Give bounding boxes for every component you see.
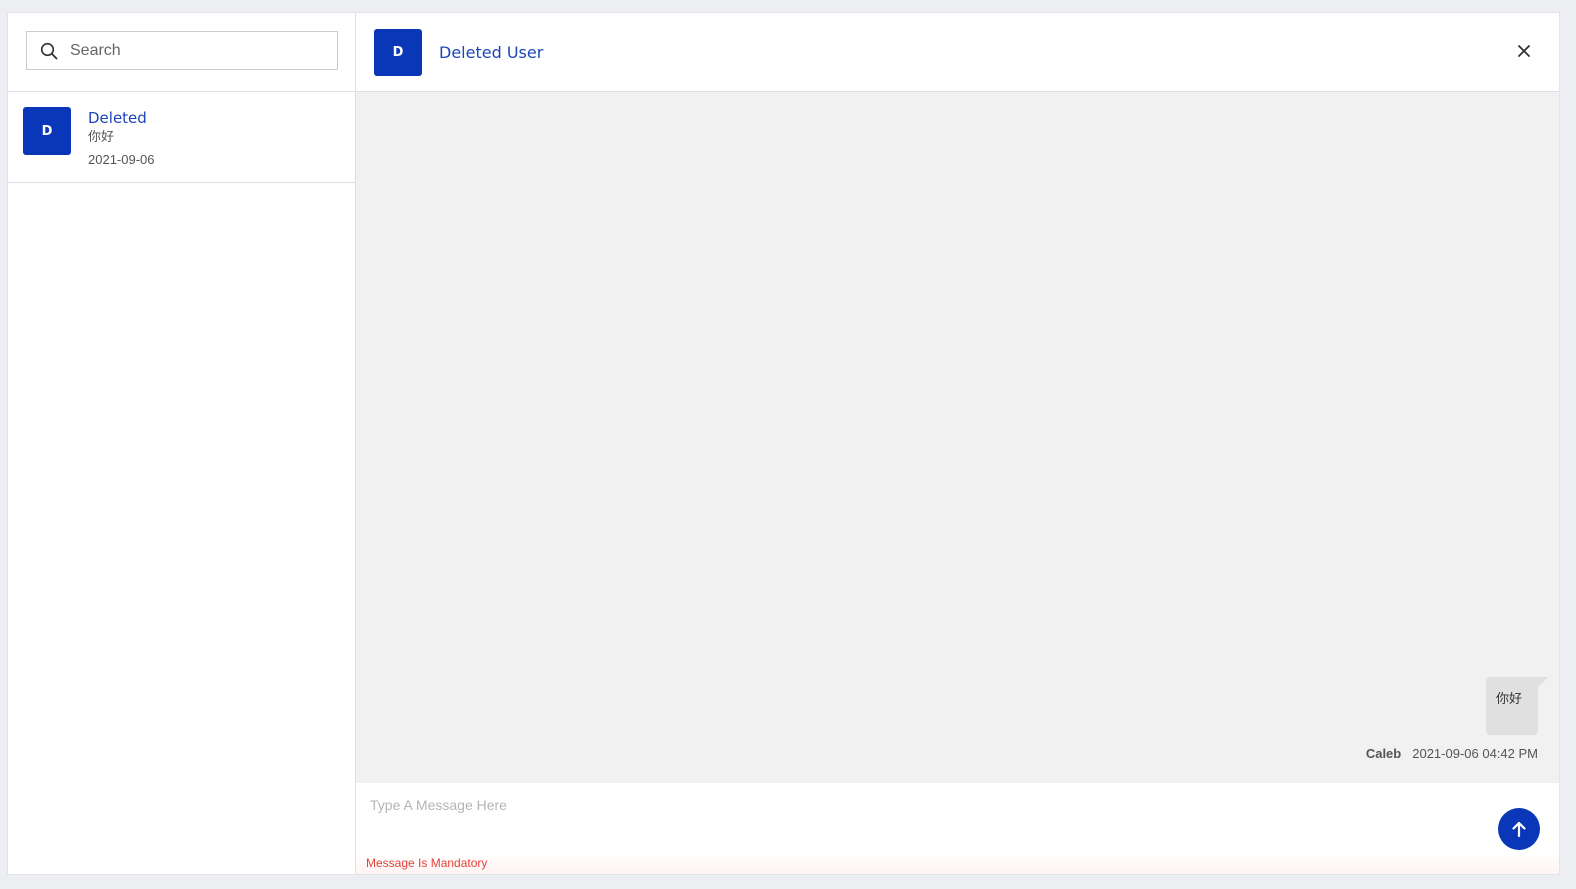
arrow-up-icon (1512, 821, 1526, 838)
chat-title: Deleted User (439, 42, 544, 62)
search-area (8, 13, 355, 92)
chat-header: D Deleted User (356, 13, 1559, 92)
chat-avatar: D (374, 28, 422, 76)
message-bubble: 你好 (1486, 677, 1548, 735)
message-sender: Caleb (1365, 746, 1402, 761)
avatar: D (23, 107, 71, 155)
message-composer: Message Is Mandatory (356, 783, 1559, 874)
message-meta: Caleb 2021-09-06 04:42 PM (1366, 746, 1538, 761)
message-timestamp: 2021-09-06 04:42 PM (1412, 746, 1538, 761)
conversation-date: 2021-09-06 (88, 152, 155, 167)
search-input[interactable] (70, 41, 320, 60)
search-icon (40, 42, 58, 59)
message-list: 你好 Caleb 2021-09-06 04:42 PM (356, 92, 1559, 783)
conversation-info: Deleted 你好 2021-09-06 (88, 108, 155, 169)
conversation-sidebar: D Deleted 你好 2021-09-06 (8, 13, 356, 874)
search-box[interactable] (26, 31, 338, 70)
conversation-preview: 你好 (88, 130, 115, 145)
message-input[interactable] (370, 797, 1480, 847)
validation-error: Message Is Mandatory (356, 853, 1559, 874)
send-button[interactable] (1498, 808, 1540, 850)
close-icon[interactable] (1515, 42, 1533, 60)
chat-panel: D Deleted User 你好 Caleb 2021-09-06 04:42… (356, 13, 1559, 874)
chat-app: D Deleted 你好 2021-09-06 D Deleted User 你… (7, 12, 1560, 875)
conversation-item[interactable]: D Deleted 你好 2021-09-06 (8, 92, 355, 183)
conversation-name: Deleted (88, 109, 147, 127)
